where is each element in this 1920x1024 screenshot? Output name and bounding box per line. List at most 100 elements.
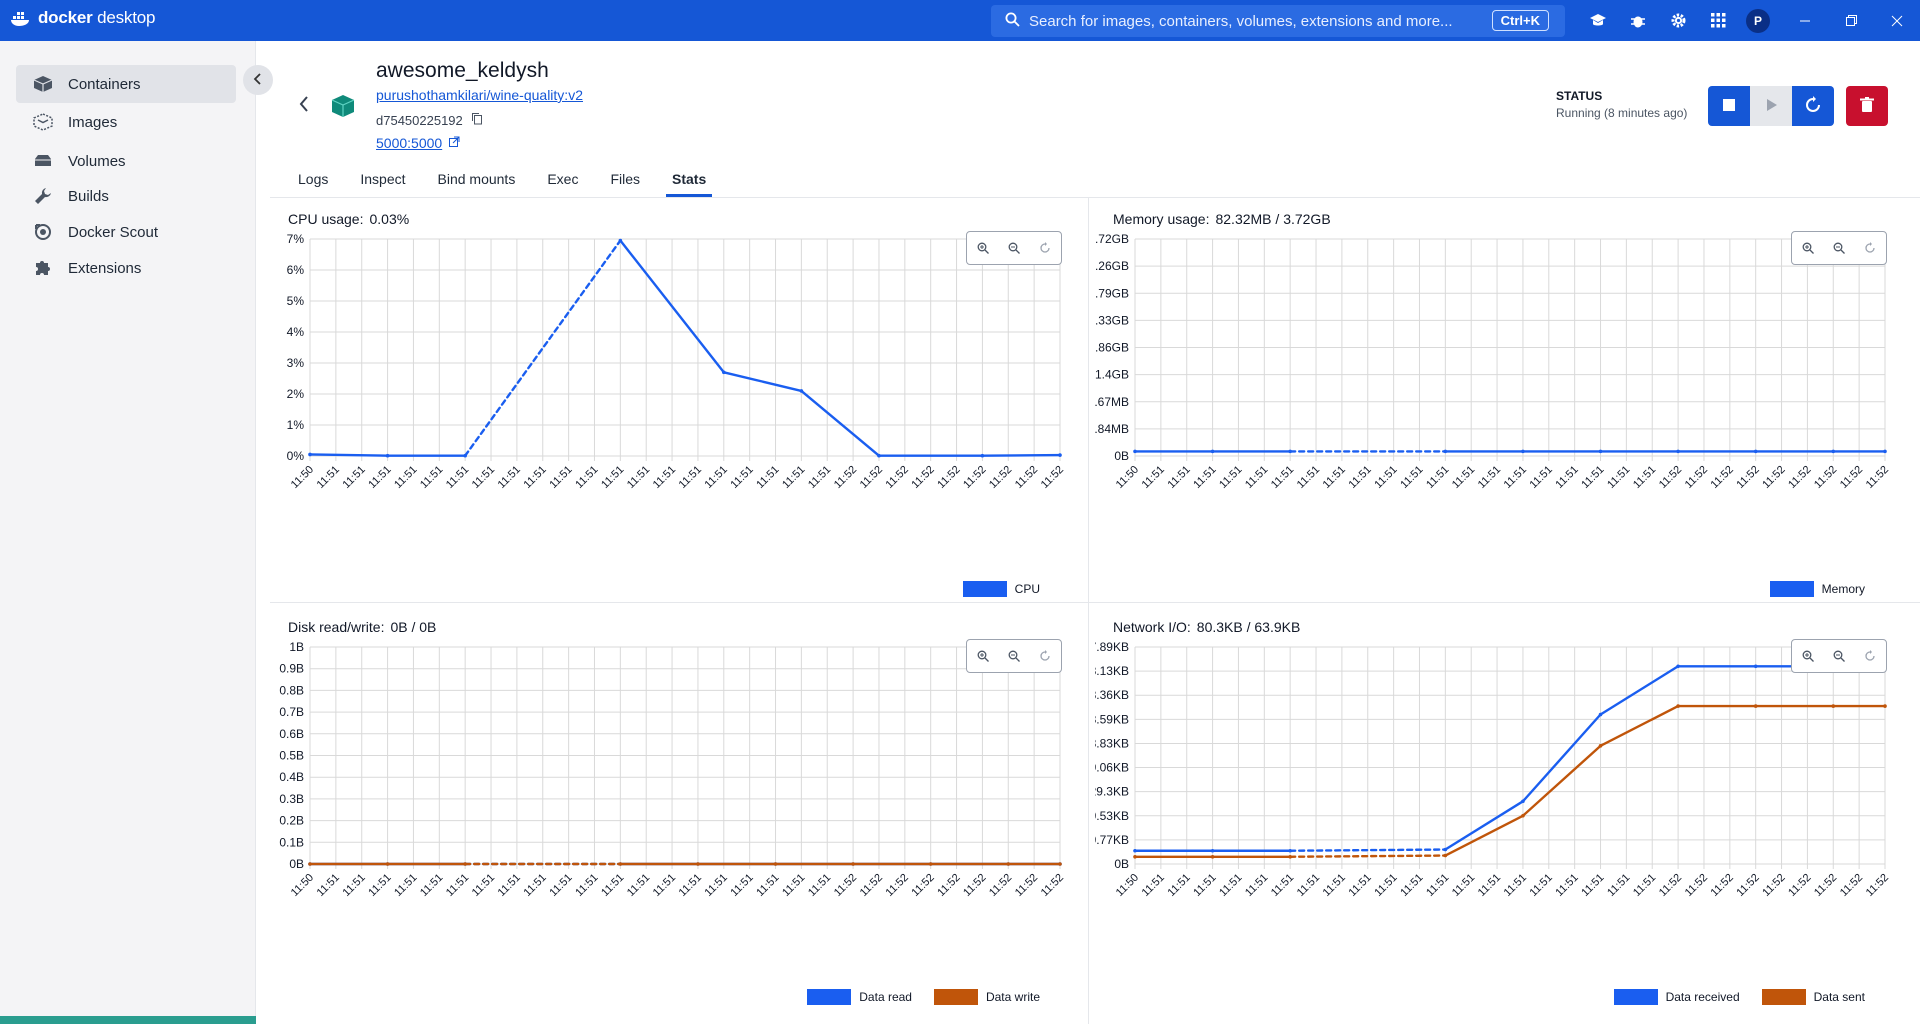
zoom-in-icon[interactable] bbox=[970, 235, 996, 261]
collapse-sidebar-button[interactable] bbox=[243, 65, 273, 95]
disk-panel: 0B 0.1B 0.2B 0.3B 0.4B 0.5B 0.6B 0.7B 0.8B 0.9B 1B… bbox=[270, 615, 1070, 1015]
images-icon bbox=[32, 111, 54, 133]
data-point bbox=[385, 862, 390, 866]
zoom-in-icon[interactable] bbox=[970, 643, 996, 669]
close-icon[interactable] bbox=[1874, 0, 1920, 41]
wrench-icon bbox=[32, 185, 54, 207]
tab-inspect[interactable]: Inspect bbox=[344, 161, 421, 197]
series-segment bbox=[1288, 848, 1447, 852]
data-point bbox=[1210, 449, 1215, 454]
settings-gear-icon[interactable] bbox=[1658, 0, 1698, 41]
status-label: STATUS bbox=[1556, 89, 1603, 103]
sidebar-item-volumes[interactable]: Volumes bbox=[16, 142, 236, 180]
x-tick-label: 11:51 bbox=[625, 464, 652, 491]
x-tick-label: 11:51 bbox=[780, 464, 807, 491]
maximize-icon[interactable] bbox=[1828, 0, 1874, 41]
y-tick-label: 1% bbox=[287, 418, 305, 432]
reset-zoom-icon[interactable] bbox=[1857, 643, 1883, 669]
y-tick-label: 39.06KB bbox=[1095, 761, 1129, 775]
delete-button[interactable] bbox=[1846, 86, 1888, 126]
y-tick-label: 953.67MB bbox=[1095, 395, 1129, 409]
x-tick-label: 11:50 bbox=[1114, 464, 1141, 491]
minimize-icon[interactable] bbox=[1782, 0, 1828, 41]
network-chart: 0B 9.77KB 19.53KB 29.3KB 39.06KB 48.83KB 58.59… bbox=[1095, 640, 1891, 899]
memory-chart: 0B 476.84MB 953.67MB 1.4GB 1.86GB 2.33GB 2.79G… bbox=[1095, 232, 1891, 491]
data-point bbox=[799, 389, 804, 393]
x-tick-label: 11:51 bbox=[547, 872, 574, 899]
zoom-in-icon[interactable] bbox=[1795, 643, 1821, 669]
x-tick-label: 11:52 bbox=[1683, 464, 1710, 491]
x-tick-label: 11:51 bbox=[1502, 872, 1529, 899]
port-link[interactable]: 5000:5000 bbox=[376, 135, 460, 151]
learning-center-icon[interactable] bbox=[1578, 0, 1618, 41]
x-tick-label: 11:51 bbox=[1476, 872, 1503, 899]
disk-zoom-controls bbox=[966, 639, 1062, 673]
x-tick-label: 11:52 bbox=[1657, 464, 1684, 491]
zoom-out-icon[interactable] bbox=[1826, 235, 1852, 261]
cpu-legend: CPU bbox=[962, 581, 1040, 597]
play-icon bbox=[1764, 98, 1778, 115]
sidebar-item-images[interactable]: Images bbox=[16, 103, 236, 141]
x-tick-label: 11:51 bbox=[1140, 464, 1167, 491]
zoom-out-icon[interactable] bbox=[1001, 643, 1027, 669]
apps-grid-icon[interactable] bbox=[1698, 0, 1738, 41]
x-tick-label: 11:51 bbox=[1321, 872, 1348, 899]
troubleshoot-bug-icon[interactable] bbox=[1618, 0, 1658, 41]
zoom-out-icon[interactable] bbox=[1001, 235, 1027, 261]
status-value: Running (8 minutes ago) bbox=[1556, 106, 1688, 120]
sidebar-item-label: Containers bbox=[68, 75, 141, 93]
legend-item[interactable]: CPU bbox=[962, 581, 1040, 597]
x-tick-label: 11:52 bbox=[832, 464, 859, 491]
legend-item[interactable]: Data read bbox=[807, 989, 912, 1005]
x-tick-label: 11:52 bbox=[858, 464, 885, 491]
x-tick-label: 11:51 bbox=[1398, 464, 1425, 491]
stop-button[interactable] bbox=[1708, 86, 1750, 126]
x-tick-label: 11:50 bbox=[289, 872, 316, 899]
x-tick-label: 11:52 bbox=[987, 872, 1014, 899]
start-button[interactable] bbox=[1750, 86, 1792, 126]
x-tick-label: 11:51 bbox=[1579, 464, 1606, 491]
reset-zoom-icon[interactable] bbox=[1032, 235, 1058, 261]
account-button[interactable]: P bbox=[1738, 0, 1778, 41]
x-tick-label: 11:51 bbox=[1502, 464, 1529, 491]
x-tick-label: 11:52 bbox=[884, 464, 911, 491]
copy-icon[interactable] bbox=[471, 112, 483, 128]
legend-item[interactable]: Memory bbox=[1769, 581, 1865, 597]
cpu-title: CPU usage: 0.03% bbox=[288, 211, 410, 227]
back-button[interactable] bbox=[298, 95, 310, 119]
restart-button[interactable] bbox=[1792, 86, 1834, 126]
sidebar-item-containers[interactable]: Containers bbox=[16, 65, 236, 103]
x-tick-label: 11:51 bbox=[418, 872, 445, 899]
reset-zoom-icon[interactable] bbox=[1032, 643, 1058, 669]
tab-files[interactable]: Files bbox=[594, 161, 656, 197]
legend-swatch bbox=[933, 989, 978, 1005]
legend-item[interactable]: Data sent bbox=[1761, 989, 1865, 1005]
x-tick-label: 11:52 bbox=[1709, 872, 1736, 899]
x-tick-label: 11:51 bbox=[1217, 464, 1244, 491]
zoom-in-icon[interactable] bbox=[1795, 235, 1821, 261]
global-search[interactable]: Search for images, containers, volumes, … bbox=[991, 5, 1565, 37]
data-point bbox=[1831, 449, 1836, 454]
tab-bind-mounts[interactable]: Bind mounts bbox=[422, 161, 532, 197]
tab-exec[interactable]: Exec bbox=[531, 161, 594, 197]
data-point bbox=[1288, 854, 1292, 859]
legend-item[interactable]: Data write bbox=[933, 989, 1040, 1005]
legend-item[interactable]: Data received bbox=[1613, 989, 1740, 1005]
y-tick-label: 68.36KB bbox=[1095, 688, 1129, 702]
cpu-panel: 0% 1% 2% 3% 4% 5% 6% 7% 11:50 11:51 11:51 11:51 11:5… bbox=[270, 207, 1070, 607]
x-tick-label: 11:52 bbox=[1013, 464, 1040, 491]
container-image-link[interactable]: purushothamkilari/wine-quality:v2 bbox=[376, 87, 583, 103]
x-tick-label: 11:51 bbox=[780, 872, 807, 899]
tab-stats[interactable]: Stats bbox=[656, 161, 722, 197]
data-point bbox=[308, 452, 312, 457]
sidebar-item-extensions[interactable]: Extensions bbox=[16, 249, 236, 287]
reset-zoom-icon[interactable] bbox=[1857, 235, 1883, 261]
series-segment bbox=[981, 453, 1062, 457]
zoom-out-icon[interactable] bbox=[1826, 643, 1852, 669]
x-tick-label: 11:52 bbox=[1838, 464, 1865, 491]
sidebar-item-docker-scout[interactable]: Docker Scout bbox=[16, 213, 236, 251]
tab-logs[interactable]: Logs bbox=[282, 161, 344, 197]
sidebar-item-builds[interactable]: Builds bbox=[16, 177, 236, 215]
x-tick-label: 11:51 bbox=[1605, 872, 1632, 899]
x-tick-label: 11:51 bbox=[496, 872, 523, 899]
